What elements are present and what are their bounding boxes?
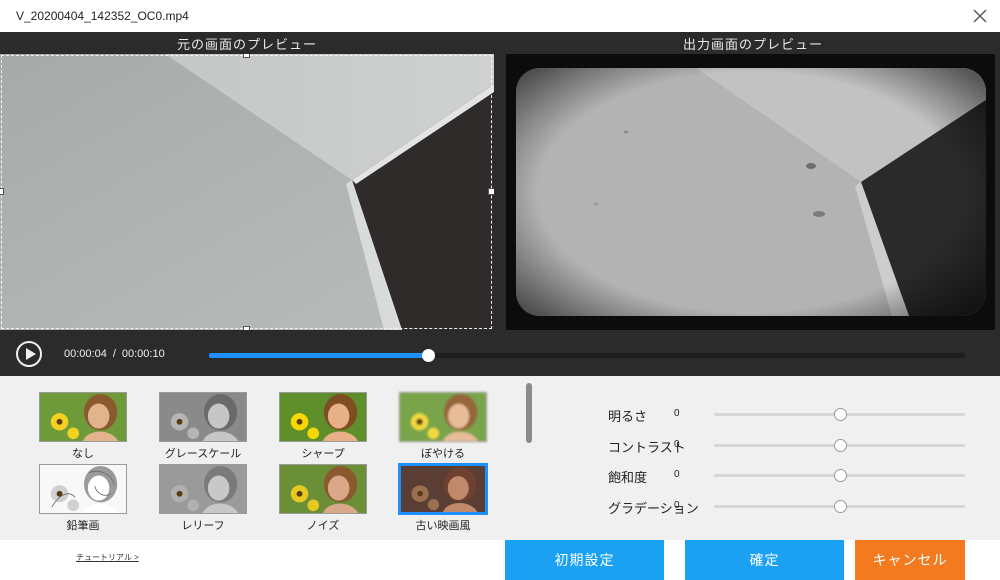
adjustment-row: 飽和度 0 — [608, 465, 968, 485]
seek-progress — [209, 353, 429, 358]
cancel-button[interactable]: キャンセル — [855, 540, 965, 580]
girl-sunflowers-thumbnail — [279, 464, 367, 514]
total-time: 00:00:10 — [121, 348, 165, 360]
reset-button[interactable]: 初期設定 — [505, 540, 664, 580]
girl-sunflowers-thumbnail — [398, 463, 488, 515]
original-preview — [0, 54, 494, 330]
playback-controls: 00:00:04 / 00:00:10 — [0, 334, 1000, 376]
effect-label: レリーフ — [181, 520, 225, 532]
effect-item[interactable]: グレースケール — [158, 392, 248, 461]
adjustment-slider[interactable] — [714, 408, 965, 421]
current-time: 00:00:04 — [64, 348, 107, 360]
adjustment-value: 0 — [674, 469, 680, 480]
adjustment-slider[interactable] — [714, 439, 965, 452]
adjustment-row: 明るさ 0 — [608, 404, 968, 424]
tutorial-link[interactable]: チュートリアル > — [76, 552, 139, 563]
crop-handle-bottom[interactable] — [243, 326, 250, 330]
adjustment-slider[interactable] — [714, 469, 965, 482]
effect-item[interactable]: シャープ — [278, 392, 368, 461]
adjustment-value: 0 — [674, 408, 680, 419]
effect-label: シャープ — [301, 448, 345, 460]
crop-handle-right[interactable] — [488, 188, 494, 195]
adjustment-value: 0 — [674, 439, 680, 450]
girl-sunflowers-thumbnail — [159, 464, 247, 514]
effect-item[interactable]: ノイズ — [278, 464, 368, 533]
time-separator: / — [112, 348, 116, 360]
adjustment-label: 明るさ — [608, 409, 648, 424]
seek-bar[interactable] — [209, 349, 965, 362]
effect-label: 鉛筆画 — [66, 520, 100, 532]
effect-label: ノイズ — [306, 520, 340, 532]
girl-sunflowers-thumbnail — [39, 392, 127, 442]
girl-sunflowers-thumbnail — [279, 392, 367, 442]
title-bar: V_20200404_142352_OC0.mp4 — [0, 0, 1000, 32]
effect-label: ぼやける — [421, 448, 465, 460]
original-video-frame — [0, 54, 494, 330]
adjustment-row: グラデーション 0 — [608, 496, 968, 516]
time-display: 00:00:04 / 00:00:10 — [64, 348, 165, 360]
adjustment-label: 飽和度 — [608, 470, 648, 485]
window-title: V_20200404_142352_OC0.mp4 — [16, 9, 189, 23]
effect-item[interactable]: なし — [38, 392, 128, 461]
close-icon[interactable] — [970, 6, 990, 26]
crop-handle-left[interactable] — [0, 188, 4, 195]
girl-sunflowers-thumbnail — [39, 464, 127, 514]
effect-label: グレースケール — [164, 448, 242, 460]
girl-sunflowers-thumbnail — [399, 392, 487, 442]
effects-scrollbar[interactable] — [526, 383, 532, 443]
preview-area: 元の画面のプレビュー 出力画面のプレビュー 00:00:04 / 00:00:1… — [0, 32, 1000, 376]
effects-panel: なし グレースケール シャープ ぼやける 鉛筆画 レリーフ ノイズ 古い映画風 明るさ 0 コント… — [0, 376, 1000, 540]
adjustment-slider-handle[interactable] — [833, 439, 847, 452]
effect-item[interactable]: ぼやける — [398, 392, 488, 461]
ok-button[interactable]: 確定 — [685, 540, 844, 580]
original-preview-label: 元の画面のプレビュー — [176, 37, 317, 52]
output-video-frame — [506, 54, 995, 330]
adjustment-slider-handle[interactable] — [833, 500, 847, 513]
effect-item[interactable]: 鉛筆画 — [38, 464, 128, 533]
adjustment-value: 0 — [674, 500, 680, 511]
adjustment-slider-handle[interactable] — [833, 408, 847, 421]
effect-label: 古い映画風 — [415, 520, 471, 532]
crop-handle-top[interactable] — [243, 54, 250, 58]
output-preview-label: 出力画面のプレビュー — [682, 37, 823, 52]
adjustment-label: グラデーション — [608, 501, 699, 516]
seek-handle[interactable] — [422, 349, 436, 362]
adjustment-slider-handle[interactable] — [833, 469, 847, 482]
effect-label: なし — [72, 448, 94, 460]
girl-sunflowers-thumbnail — [159, 392, 247, 442]
effect-item[interactable]: 古い映画風 — [398, 463, 488, 533]
effect-item[interactable]: レリーフ — [158, 464, 248, 533]
footer: チュートリアル > 初期設定 確定 キャンセル — [0, 540, 1000, 580]
play-icon[interactable] — [16, 341, 42, 367]
adjustment-slider[interactable] — [714, 500, 965, 513]
output-preview — [506, 54, 995, 330]
adjustment-row: コントラスト 0 — [608, 435, 968, 455]
